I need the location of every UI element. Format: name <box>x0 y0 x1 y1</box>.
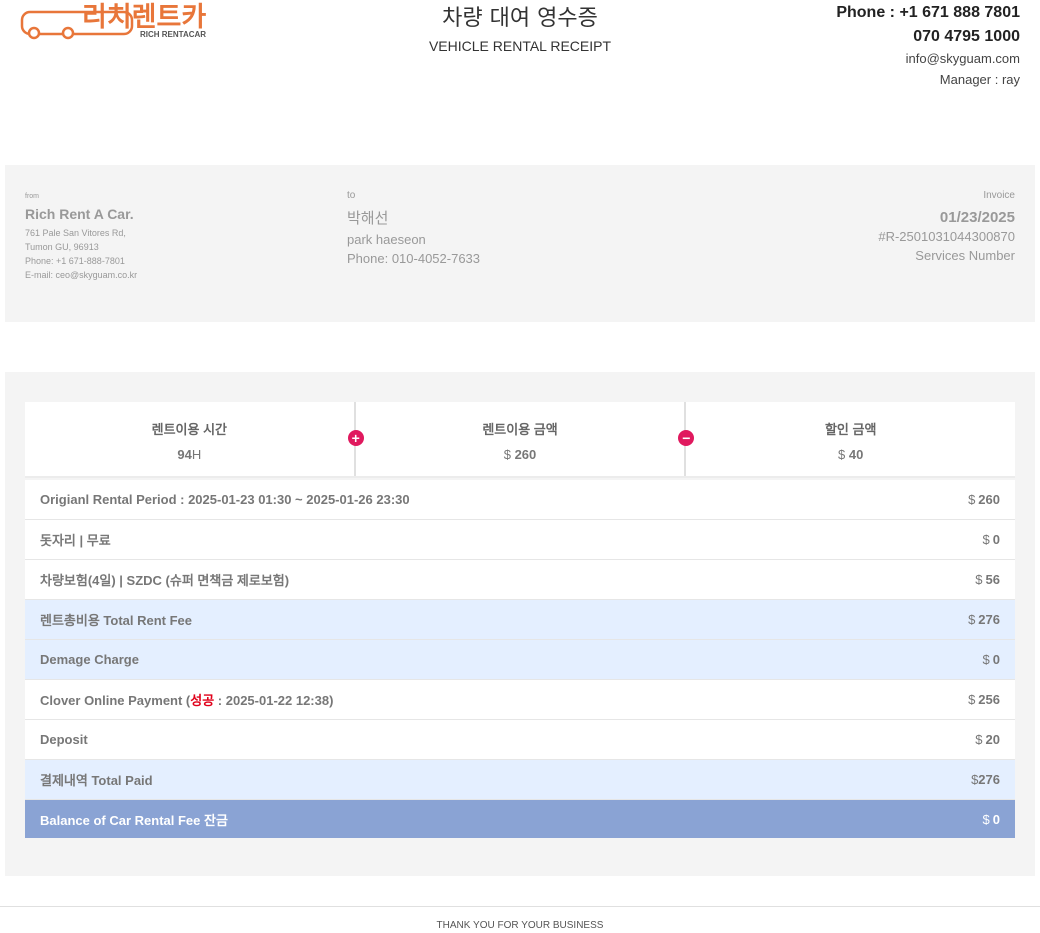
row-insurance: 차량보험(4일) | SZDC (슈퍼 면책금 제로보험) $56 <box>25 560 1015 600</box>
invoice-label: Invoice <box>983 190 1015 201</box>
summary-unit: H <box>191 447 202 462</box>
services-number-label: Services Number <box>915 248 1015 263</box>
row-deposit: Deposit $20 <box>25 720 1015 760</box>
currency-symbol: $ <box>982 532 990 547</box>
row-label: Demage Charge <box>40 652 139 667</box>
row-amount: 256 <box>978 692 1000 707</box>
from-address1: 761 Pale San Vitores Rd, <box>25 228 126 238</box>
row-total-rent-fee: 렌트총비용 Total Rent Fee $276 <box>25 600 1015 640</box>
invoice-number: #R-2501031044300870 <box>878 229 1015 244</box>
row-balance: Balance of Car Rental Fee 잔금 $0 <box>25 800 1015 838</box>
currency-symbol: $ <box>975 732 983 747</box>
from-phone: Phone: +1 671-888-7801 <box>25 256 125 266</box>
invoice-parties: from Rich Rent A Car. 761 Pale San Vitor… <box>5 165 1035 322</box>
customer-name-ko: 박해선 <box>347 210 389 227</box>
row-label: Clover Online Payment (성공 : 2025-01-22 1… <box>40 693 334 708</box>
currency-symbol: $ <box>838 447 846 462</box>
currency-symbol: $ <box>968 492 976 507</box>
from-email: E-mail: ceo@skyguam.co.kr <box>25 270 138 280</box>
to-section: to 박해선 park haeseon Phone: 010-4052-7633 <box>347 190 480 266</box>
row-amount: 0 <box>992 652 1000 667</box>
manager-name: Manager : ray <box>939 72 1020 87</box>
row-damage-charge: Demage Charge $0 <box>25 640 1015 680</box>
summary-label: 할인 금액 <box>824 422 877 437</box>
row-label: Origianl Rental Period : 2025-01-23 01:3… <box>40 492 410 507</box>
summary-rental-hours: 렌트이용 시간 94H <box>25 402 354 476</box>
contact-email[interactable]: info@skyguam.com <box>836 51 1020 67</box>
row-amount: 0 <box>992 811 1000 827</box>
currency-symbol: $ <box>982 811 990 827</box>
phone-secondary: 070 4795 1000 <box>913 28 1020 45</box>
row-amount: 56 <box>985 572 1000 587</box>
row-label: Balance of Car Rental Fee 잔금 <box>40 812 228 828</box>
row-amount: 20 <box>985 732 1000 747</box>
to-label: to <box>347 190 356 201</box>
summary-value: 260 <box>514 447 537 462</box>
row-mat: 돗자리 | 무료 $0 <box>25 520 1015 560</box>
customer-name-en: park haeseon <box>347 232 426 247</box>
row-total-paid: 결제내역 Total Paid $276 <box>25 760 1015 800</box>
row-label: 차량보험(4일) | SZDC (슈퍼 면책금 제로보험) <box>40 573 290 588</box>
summary-value: 94 <box>177 447 192 462</box>
row-label: 결제내역 Total Paid <box>40 773 153 788</box>
summary-rental-amount: + 렌트이용 금액 $ 260 <box>347 402 685 476</box>
currency-symbol: $ <box>975 572 983 587</box>
row-label: Deposit <box>40 732 88 747</box>
customer-phone: Phone: 010-4052-7633 <box>347 251 481 266</box>
from-label: from <box>25 193 39 200</box>
from-address2: Tumon GU, 96913 <box>25 242 99 252</box>
summary-value: 40 <box>848 447 864 462</box>
currency-symbol: $ <box>968 612 976 627</box>
footer-thanks: THANK YOU FOR YOUR BUSINESS <box>436 920 604 931</box>
contact-info: Phone : +1 671 888 7801 070 4795 1000 in… <box>836 3 1020 88</box>
from-company: Rich Rent A Car. <box>25 206 134 222</box>
row-amount: 276 <box>978 772 1000 787</box>
summary-label: 렌트이용 금액 <box>482 422 558 437</box>
phone-primary: Phone : +1 671 888 7801 <box>836 4 1020 21</box>
summary-label: 렌트이용 시간 <box>151 422 228 437</box>
row-label: 렌트총비용 Total Rent Fee <box>40 613 193 628</box>
row-rental-period: Origianl Rental Period : 2025-01-23 01:3… <box>25 480 1015 520</box>
from-section: from Rich Rent A Car. 761 Pale San Vitor… <box>25 193 137 281</box>
summary-bar: 렌트이용 시간 94H + 렌트이용 금액 $ 260 − 할인 금액 $ 40 <box>25 402 1015 478</box>
row-amount: 0 <box>992 532 1000 547</box>
footer-divider <box>0 906 1040 907</box>
plus-icon: + <box>347 430 364 446</box>
payment-status: 성공 <box>190 693 215 708</box>
currency-symbol: $ <box>968 692 976 707</box>
invoice-date: 01/23/2025 <box>939 209 1015 226</box>
row-label: 돗자리 | 무료 <box>40 533 111 548</box>
minus-icon: − <box>678 430 695 446</box>
row-amount: 276 <box>978 612 1000 627</box>
row-amount: 260 <box>978 492 1000 507</box>
currency-symbol: $ <box>503 447 511 462</box>
summary-discount: − 할인 금액 $ 40 <box>678 402 1015 476</box>
charge-list: Origianl Rental Period : 2025-01-23 01:3… <box>25 480 1015 838</box>
invoice-section: Invoice 01/23/2025 #R-2501031044300870 S… <box>878 190 1015 263</box>
row-online-payment: Clover Online Payment (성공 : 2025-01-22 1… <box>25 680 1015 720</box>
currency-symbol: $ <box>982 652 990 667</box>
charges-section: 렌트이용 시간 94H + 렌트이용 금액 $ 260 − 할인 금액 $ 40… <box>5 372 1035 876</box>
